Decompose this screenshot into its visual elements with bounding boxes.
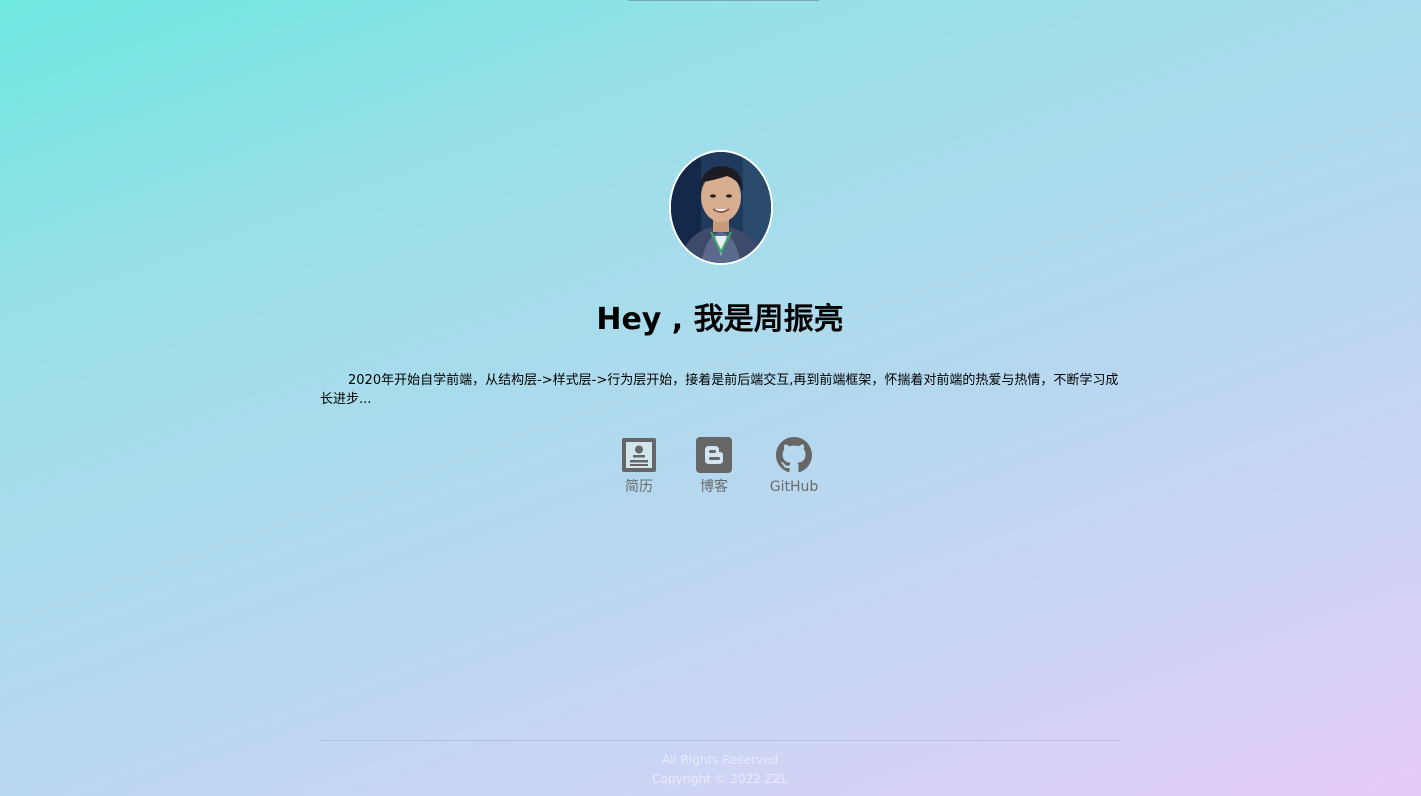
footer: All Rights Reserved Copyright © 2022 ZZL — [0, 751, 1421, 789]
footer-divider — [320, 740, 1120, 741]
github-label: GitHub — [769, 479, 819, 495]
blogger-icon — [696, 437, 732, 473]
top-tab-edge — [628, 0, 819, 1]
intro-text: 2020年开始自学前端，从结构层->样式层->行为层开始，接着是前后端交互,再到… — [320, 373, 1119, 407]
blog-label: 博客 — [700, 479, 728, 495]
footer-rights: All Rights Reserved — [661, 753, 779, 767]
resume-link[interactable]: 简历 — [620, 437, 658, 496]
avatar — [669, 150, 773, 265]
blog-link[interactable]: 博客 — [695, 437, 733, 496]
resume-icon — [622, 438, 656, 472]
resume-label: 简历 — [625, 479, 653, 495]
avatar-image — [671, 152, 771, 263]
github-link[interactable]: GitHub — [768, 437, 820, 496]
page-title: Hey , 我是周振亮 — [596, 302, 844, 337]
github-icon — [776, 437, 812, 473]
footer-copyright: Copyright © 2022 ZZL — [652, 772, 788, 786]
